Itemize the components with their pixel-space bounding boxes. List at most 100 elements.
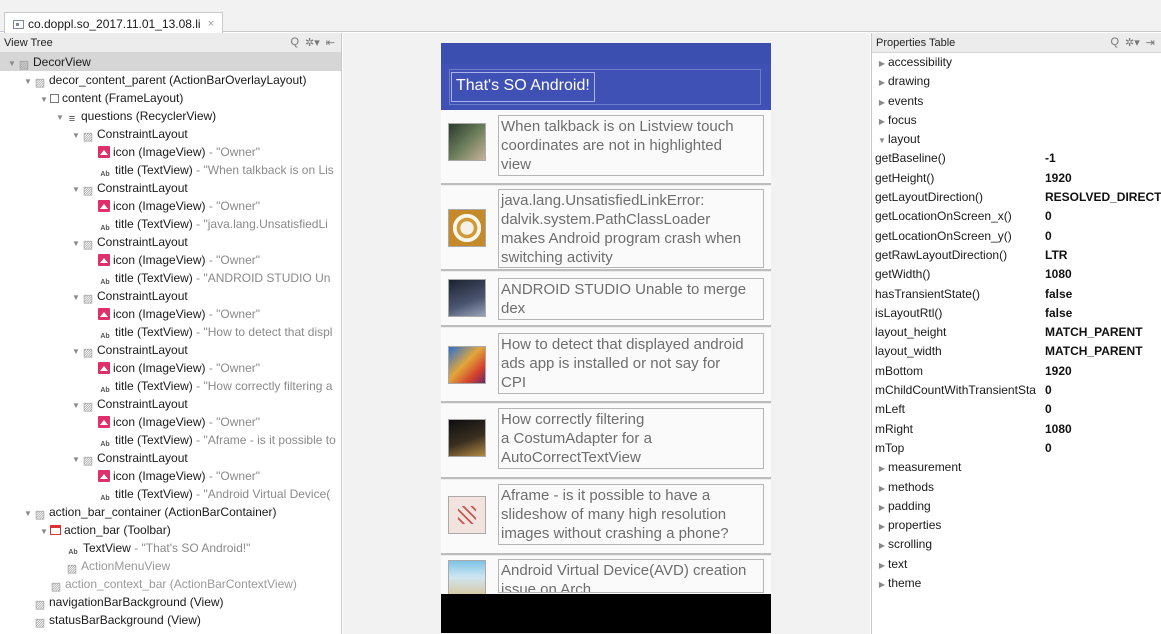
tree-node[interactable]: Ab title (TextView) - "How correctly filt… <box>0 377 341 395</box>
expand-arrow-icon[interactable]: ▼ <box>70 127 82 143</box>
gear-icon[interactable]: ✲▾ <box>1125 36 1140 49</box>
chevron-right-icon[interactable]: ▶ <box>876 54 888 73</box>
property-group[interactable]: ▶ padding <box>872 497 1161 516</box>
tree-node[interactable]: ▼ action_bar (Toolbar) <box>0 521 341 539</box>
collapse-icon[interactable]: ⇤ <box>326 36 335 49</box>
list-item[interactable]: How to detect that displayed android ads… <box>441 328 771 403</box>
tree-node[interactable]: icon (ImageView) - "Owner" <box>0 251 341 269</box>
chevron-right-icon[interactable]: ▶ <box>876 517 888 536</box>
property-row[interactable]: isLayoutRtl() false <box>872 304 1161 323</box>
property-row[interactable]: getLayoutDirection() RESOLVED_DIRECT <box>872 188 1161 207</box>
tree-node[interactable]: ▼ ▨ ConstraintLayout <box>0 341 341 359</box>
property-row[interactable]: getLocationOnScreen_y() 0 <box>872 227 1161 246</box>
gear-icon[interactable]: ✲▾ <box>305 36 320 49</box>
action-bar-title[interactable]: That's SO Android! <box>451 72 595 102</box>
tree-node[interactable]: icon (ImageView) - "Owner" <box>0 197 341 215</box>
tree-node[interactable]: icon (ImageView) - "Owner" <box>0 467 341 485</box>
property-row[interactable]: mTop 0 <box>872 439 1161 458</box>
property-group[interactable]: ▶ methods <box>872 478 1161 497</box>
tree-node[interactable]: ▼ ▨ decor_content_parent (ActionBarOverlay… <box>0 71 341 89</box>
property-group[interactable]: ▶ text <box>872 555 1161 574</box>
list-item[interactable]: ANDROID STUDIO Unable to merge dex <box>441 272 771 327</box>
expand-arrow-icon[interactable]: ▼ <box>54 109 66 125</box>
tree-node[interactable]: Ab title (TextView) - "When talkback is o… <box>0 161 341 179</box>
tree-node[interactable]: ▨ ActionMenuView <box>0 557 341 575</box>
expand-arrow-icon[interactable]: ▼ <box>70 451 82 467</box>
chevron-right-icon[interactable]: ▶ <box>876 93 888 112</box>
expand-arrow-icon[interactable]: ▼ <box>70 343 82 359</box>
question-title[interactable]: How to detect that displayed android ads… <box>498 333 764 394</box>
list-item[interactable]: Android Virtual Device(AVD) creation iss… <box>441 556 771 598</box>
tree-node[interactable]: ▼ content (FrameLayout) <box>0 89 341 107</box>
property-group[interactable]: ▶ events <box>872 92 1161 111</box>
property-group[interactable]: ▶ measurement <box>872 458 1161 477</box>
property-row[interactable]: mLeft 0 <box>872 400 1161 419</box>
list-item[interactable]: When talkback is on Listview touch coord… <box>441 110 771 185</box>
expand-icon[interactable]: ⇥ <box>1146 36 1155 49</box>
expand-arrow-icon[interactable]: ▼ <box>70 289 82 305</box>
chevron-right-icon[interactable]: ▶ <box>876 459 888 478</box>
tree-node[interactable]: icon (ImageView) - "Owner" <box>0 143 341 161</box>
tree-node[interactable]: Ab title (TextView) - "Android Virtual De… <box>0 485 341 503</box>
tree-node[interactable]: Ab TextView - "That's SO Android!" <box>0 539 341 557</box>
close-icon[interactable]: × <box>208 18 214 30</box>
question-title[interactable]: When talkback is on Listview touch coord… <box>498 115 764 176</box>
tree-node[interactable]: Ab title (TextView) - "ANDROID STUDIO Un <box>0 269 341 287</box>
tree-node[interactable]: ▼ ▨ ConstraintLayout <box>0 125 341 143</box>
chevron-right-icon[interactable]: ▶ <box>876 112 888 131</box>
tree-node[interactable]: ▨ statusBarBackground (View) <box>0 611 341 629</box>
expand-arrow-icon[interactable]: ▼ <box>22 73 34 89</box>
expand-arrow-icon[interactable]: ▼ <box>70 235 82 251</box>
tree-node[interactable]: ▼ ▨ action_bar_container (ActionBarContain… <box>0 503 341 521</box>
owner-avatar-icon[interactable] <box>448 346 486 384</box>
tree-node[interactable]: ▼ ▨ ConstraintLayout <box>0 449 341 467</box>
question-title[interactable]: Aframe - is it possible to have a slides… <box>498 484 764 545</box>
tree-node[interactable]: icon (ImageView) - "Owner" <box>0 413 341 431</box>
property-row[interactable]: mChildCountWithTransientSta 0 <box>872 381 1161 400</box>
expand-arrow-icon[interactable]: ▼ <box>6 55 18 71</box>
tree-node[interactable]: ▼ ▨ ConstraintLayout <box>0 395 341 413</box>
property-group[interactable]: ▶ drawing <box>872 72 1161 91</box>
tree-node[interactable]: Ab title (TextView) - "java.lang.Unsatisf… <box>0 215 341 233</box>
chevron-right-icon[interactable]: ▶ <box>876 536 888 555</box>
list-item[interactable]: java.lang.UnsatisfiedLinkError: dalvik.s… <box>441 186 771 271</box>
owner-avatar-icon[interactable] <box>448 279 486 317</box>
tree-node[interactable]: ▨ action_context_bar (ActionBarContextVie… <box>0 575 341 593</box>
expand-arrow-icon[interactable]: ▼ <box>38 523 50 539</box>
property-row[interactable]: mRight 1080 <box>872 420 1161 439</box>
property-group[interactable]: ▶ accessibility <box>872 53 1161 72</box>
tree-node[interactable]: ▼ ▨ DecorView <box>0 53 341 71</box>
owner-avatar-icon[interactable] <box>448 209 486 247</box>
property-row[interactable]: mBottom 1920 <box>872 362 1161 381</box>
chevron-right-icon[interactable]: ▶ <box>876 498 888 517</box>
property-row[interactable]: getBaseline() -1 <box>872 149 1161 168</box>
property-row[interactable]: getWidth() 1080 <box>872 265 1161 284</box>
tree-node[interactable]: ▼ ▨ ConstraintLayout <box>0 287 341 305</box>
chevron-right-icon[interactable]: ▶ <box>876 73 888 92</box>
search-icon[interactable]: Q <box>1110 36 1119 49</box>
expand-arrow-icon[interactable]: ▼ <box>70 397 82 413</box>
property-row[interactable]: getHeight() 1920 <box>872 169 1161 188</box>
tree-node[interactable]: ▼ ▨ ConstraintLayout <box>0 179 341 197</box>
question-title[interactable]: java.lang.UnsatisfiedLinkError: dalvik.s… <box>498 189 764 268</box>
tree-node[interactable]: icon (ImageView) - "Owner" <box>0 305 341 323</box>
list-item[interactable]: How correctly filtering a CostumAdapter … <box>441 404 771 479</box>
question-title[interactable]: How correctly filtering a CostumAdapter … <box>498 408 764 469</box>
tree-node[interactable]: Ab title (TextView) - "Aframe - is it pos… <box>0 431 341 449</box>
tree-node[interactable]: ▼ ≡ questions (RecyclerView) <box>0 107 341 125</box>
owner-avatar-icon[interactable] <box>448 560 486 598</box>
tree-node[interactable]: ▼ ▨ ConstraintLayout <box>0 233 341 251</box>
question-title[interactable]: ANDROID STUDIO Unable to merge dex <box>498 278 764 320</box>
question-title[interactable]: Android Virtual Device(AVD) creation iss… <box>498 559 764 593</box>
chevron-right-icon[interactable]: ▶ <box>876 556 888 575</box>
capture-tab[interactable]: co.doppl.so_2017.11.01_13.08.li × <box>4 12 224 33</box>
property-group[interactable]: ▶ theme <box>872 574 1161 593</box>
search-icon[interactable]: Q <box>290 36 299 49</box>
property-row[interactable]: getRawLayoutDirection() LTR <box>872 246 1161 265</box>
property-group[interactable]: ▶ scrolling <box>872 535 1161 554</box>
owner-avatar-icon[interactable] <box>448 419 486 457</box>
expand-arrow-icon[interactable]: ▼ <box>38 91 50 107</box>
owner-avatar-icon[interactable] <box>448 123 486 161</box>
device-screen[interactable]: That's SO Android! When talkback is on L… <box>441 43 771 633</box>
tree-node[interactable]: ▨ navigationBarBackground (View) <box>0 593 341 611</box>
